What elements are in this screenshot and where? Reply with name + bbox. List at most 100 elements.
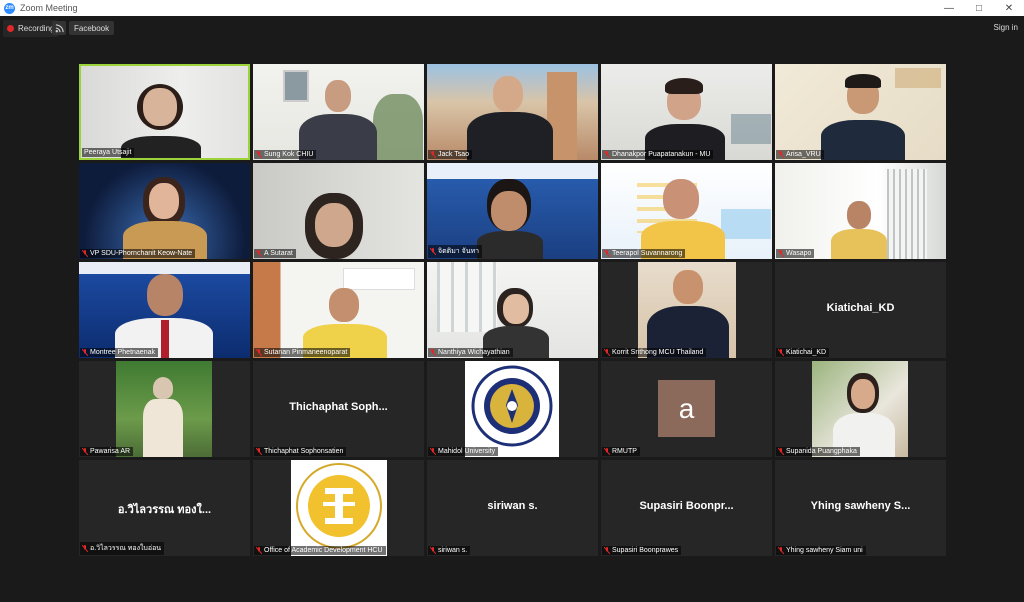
video-tile[interactable]: Korrit Srithong MCU Thailand <box>601 262 772 358</box>
participant-name: Teerapol Suvannarong <box>612 250 683 257</box>
participant-name-tag: Supasiri Boonprawes <box>602 546 682 555</box>
mic-muted-icon <box>604 547 610 554</box>
participant-display-name: Kiatichai_KD <box>826 302 895 314</box>
mic-muted-icon <box>778 151 784 158</box>
broadcast-icon <box>55 23 64 32</box>
video-tile[interactable]: Sung Kok CHIU <box>253 64 424 160</box>
participant-name: VP SDU-Phornchanit Keow-Nate <box>90 250 193 257</box>
window-title: Zoom Meeting <box>20 3 78 13</box>
participant-name: Korrit Srithong MCU Thailand <box>612 349 704 356</box>
mic-muted-icon <box>82 250 88 257</box>
maximize-icon[interactable]: □ <box>964 0 994 16</box>
video-tile[interactable]: Yhing sawheny S... Yhing sawheny Siam un… <box>775 460 946 556</box>
participant-name-tag: อ.วิไลวรรณ ทองใบอ่อน <box>80 542 165 555</box>
mic-muted-icon <box>256 250 262 257</box>
participant-name-tag: Wasapo <box>776 249 815 258</box>
participant-name: จิตติมา จันทา <box>438 248 480 255</box>
sign-in-link[interactable]: Sign in <box>994 23 1018 32</box>
participant-name-tag: Korrit Srithong MCU Thailand <box>602 348 707 357</box>
participant-name: Supanida Puangphaka <box>786 448 857 455</box>
participant-name-tag: A Sutarat <box>254 249 296 258</box>
record-dot-icon <box>7 25 14 32</box>
video-tile[interactable]: Office of Academic Development HCU <box>253 460 424 556</box>
video-tile[interactable]: Supasiri Boonpr... Supasiri Boonprawes <box>601 460 772 556</box>
participant-name: siriwan s. <box>438 547 468 554</box>
recording-label: Recording <box>18 24 55 33</box>
mic-muted-icon <box>430 349 436 356</box>
participant-name-tag: VP SDU-Phornchanit Keow-Nate <box>80 249 196 258</box>
mic-muted-icon <box>604 151 610 158</box>
mic-muted-icon <box>430 151 436 158</box>
participant-name: อ.วิไลวรรณ ทองใบอ่อน <box>90 545 162 552</box>
video-tile[interactable]: a RMUTP <box>601 361 772 457</box>
close-icon[interactable]: ✕ <box>994 0 1024 16</box>
video-tile[interactable]: A Sutarat <box>253 163 424 259</box>
video-tile[interactable]: Nanthiya Wichayathian <box>427 262 598 358</box>
mic-muted-icon <box>778 250 784 257</box>
mic-muted-icon <box>256 547 262 554</box>
participant-avatar: a <box>658 380 715 437</box>
mic-muted-icon <box>778 547 784 554</box>
participant-name: Mahidol University <box>438 448 496 455</box>
participant-name-tag: Teerapol Suvannarong <box>602 249 686 258</box>
participant-name: Peeraya Utsajit <box>84 149 132 156</box>
participant-name-tag: Peeraya Utsajit <box>82 148 135 157</box>
facebook-live-button[interactable]: Facebook <box>69 21 115 35</box>
participant-name: Wasapo <box>786 250 812 257</box>
participant-name: Montree Phetnaenak <box>90 349 155 356</box>
participant-display-name: อ.วิไลวรรณ ทองใ... <box>117 504 212 516</box>
video-tile[interactable]: Sutanan Pinmaneenoparat <box>253 262 424 358</box>
participant-name-tag: Jack Tsao <box>428 150 472 159</box>
video-tile[interactable]: siriwan s. siriwan s. <box>427 460 598 556</box>
video-tile[interactable]: Supanida Puangphaka <box>775 361 946 457</box>
mic-muted-icon <box>430 547 436 554</box>
mic-muted-icon <box>604 250 610 257</box>
minimize-icon[interactable]: — <box>934 0 964 16</box>
mic-muted-icon <box>604 448 610 455</box>
mic-muted-icon <box>778 349 784 356</box>
live-stream-button[interactable] <box>52 21 66 35</box>
window-title-bar: zm Zoom Meeting — □ ✕ <box>0 0 1024 16</box>
participant-name: Sutanan Pinmaneenoparat <box>264 349 348 356</box>
video-tile[interactable]: Teerapol Suvannarong <box>601 163 772 259</box>
meeting-top-toolbar: Recording Facebook Sign in <box>0 16 1024 42</box>
video-tile[interactable]: Dhanakpor Puapatanakun - MU <box>601 64 772 160</box>
mic-muted-icon <box>430 448 436 455</box>
video-tile[interactable]: จิตติมา จันทา <box>427 163 598 259</box>
participant-name: Arisa_VRU <box>786 151 821 158</box>
participant-name-tag: Kiatichai_KD <box>776 348 830 357</box>
participant-name-tag: Yhing sawheny Siam uni <box>776 546 866 555</box>
video-tile[interactable]: Jack Tsao <box>427 64 598 160</box>
participant-name-tag: Supanida Puangphaka <box>776 447 860 456</box>
video-tile[interactable]: VP SDU-Phornchanit Keow-Nate <box>79 163 250 259</box>
video-tile[interactable]: Montree Phetnaenak <box>79 262 250 358</box>
participant-display-name: Supasiri Boonpr... <box>639 500 734 512</box>
participant-name-tag: Sutanan Pinmaneenoparat <box>254 348 351 357</box>
participant-name-tag: Montree Phetnaenak <box>80 348 158 357</box>
participant-display-name: Thichaphat Soph... <box>289 401 388 413</box>
mic-muted-icon <box>430 248 436 255</box>
participant-name: Kiatichai_KD <box>786 349 827 356</box>
participant-display-name: Yhing sawheny S... <box>810 500 911 512</box>
participant-name-tag: Thichaphat Sophonsatien <box>254 447 347 456</box>
video-tile[interactable]: Thichaphat Soph... Thichaphat Sophonsati… <box>253 361 424 457</box>
video-tile[interactable]: Arisa_VRU <box>775 64 946 160</box>
video-tile[interactable]: Wasapo <box>775 163 946 259</box>
participant-name-tag: Pawarisa AR <box>80 447 134 456</box>
participant-name: A Sutarat <box>264 250 293 257</box>
video-tile[interactable]: Pawarisa AR <box>79 361 250 457</box>
hcu-logo-icon <box>296 463 382 549</box>
mic-muted-icon <box>256 349 262 356</box>
participant-name-tag: จิตติมา จันทา <box>428 245 483 258</box>
mic-muted-icon <box>256 151 262 158</box>
video-tile[interactable]: Mahidol University <box>427 361 598 457</box>
recording-indicator[interactable]: Recording <box>3 20 59 37</box>
mahidol-university-seal-icon <box>471 365 553 447</box>
video-tile[interactable]: Peeraya Utsajit <box>79 64 250 160</box>
mic-muted-icon <box>82 448 88 455</box>
video-tile[interactable]: อ.วิไลวรรณ ทองใ... อ.วิไลวรรณ ทองใบอ่อน <box>79 460 250 556</box>
participant-name-tag: Arisa_VRU <box>776 150 824 159</box>
mic-muted-icon <box>604 349 610 356</box>
video-tile[interactable]: Kiatichai_KD Kiatichai_KD <box>775 262 946 358</box>
participant-name: Dhanakpor Puapatanakun - MU <box>612 151 711 158</box>
